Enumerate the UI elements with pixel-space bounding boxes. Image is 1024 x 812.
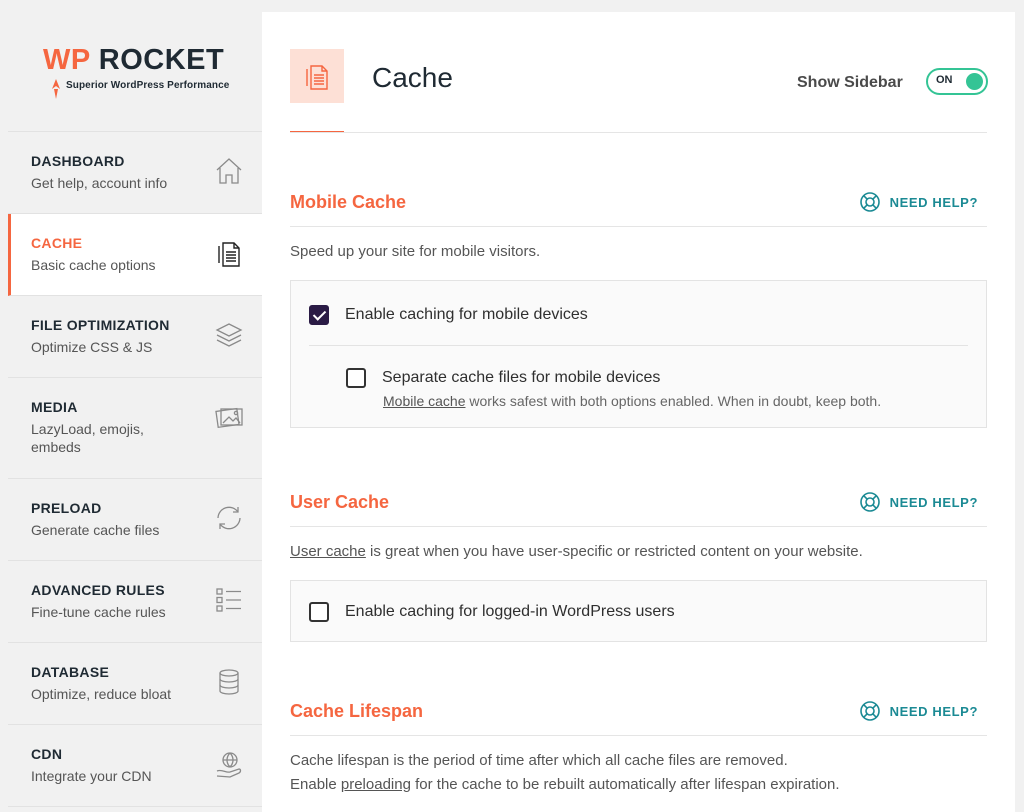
helper-text-rest: works safest with both options enabled. … (465, 393, 882, 409)
sidebar-item-desc: Optimize, reduce bloat (31, 686, 172, 702)
section-header: User Cache NEED HELP? (290, 490, 987, 527)
database-icon (214, 667, 244, 697)
sidebar-item-advanced-rules[interactable]: ADVANCED RULES Fine-tune cache rules (8, 561, 262, 643)
page-title: Cache (372, 62, 453, 93)
user-cache-link[interactable]: User cache (290, 543, 366, 560)
refresh-icon (214, 503, 244, 533)
layers-icon (214, 320, 244, 350)
description-line-2-post: for the cache to be rebuilt automaticall… (410, 776, 840, 793)
sidebar-item-cache[interactable]: CACHE Basic cache options (8, 214, 262, 296)
section-title: Mobile Cache (290, 192, 407, 212)
page-header: Cache Show Sidebar ON (262, 12, 1015, 133)
need-help-label: NEED HELP? (889, 194, 978, 210)
wp-rocket-logo[interactable]: WP ROCKET Superior WordPress Performance (8, 0, 262, 132)
show-sidebar-toggle[interactable]: ON (926, 68, 988, 95)
section-header: Cache Lifespan NEED HELP? (290, 699, 987, 736)
description-line-2-pre: Enable (290, 776, 341, 793)
main-panel: Cache Show Sidebar ON Mobile Cache NEED … (262, 12, 1015, 812)
section-description: User cache is great when you have user-s… (290, 540, 987, 564)
option-label: Enable caching for logged-in WordPress u… (345, 603, 675, 620)
home-icon (214, 156, 244, 186)
sidebar-item-desc: Integrate your CDN (31, 768, 152, 784)
toggle-state-text: ON (936, 74, 953, 86)
option-label: Separate cache files for mobile devices (382, 369, 661, 386)
preloading-link[interactable]: preloading (341, 776, 411, 793)
sidebar-item-desc: Basic cache options (31, 257, 156, 273)
image-icon (214, 402, 244, 432)
sidebar-item-preload[interactable]: PRELOAD Generate cache files (8, 479, 262, 561)
sidebar-item-desc: Optimize CSS & JS (31, 339, 153, 355)
sidebar: WP ROCKET Superior WordPress Performance… (8, 0, 262, 812)
description-line-1: Cache lifespan is the period of time aft… (290, 752, 788, 769)
sidebar-item-desc: Generate cache files (31, 522, 160, 538)
lifebuoy-icon (859, 192, 880, 212)
need-help-link[interactable]: NEED HELP? (859, 491, 978, 513)
need-help-link[interactable]: NEED HELP? (859, 191, 978, 213)
show-sidebar-label: Show Sidebar (797, 74, 903, 91)
mobile-cache-section: Mobile Cache NEED HELP? Speed up your si… (290, 190, 987, 428)
globe-hand-icon (214, 749, 244, 779)
toggle-knob (966, 73, 983, 90)
sidebar-item-cdn[interactable]: CDN Integrate your CDN (8, 725, 262, 807)
mobile-options-box: Enable caching for mobile devices Separa… (290, 280, 987, 428)
section-title: User Cache (290, 492, 390, 512)
logo-rocket-text: ROCKET (98, 44, 225, 76)
user-cache-section: User Cache NEED HELP? User cache is grea… (290, 490, 987, 642)
separate-mobile-cache-checkbox[interactable] (346, 368, 366, 388)
lifebuoy-icon (859, 492, 880, 512)
sidebar-item-dashboard[interactable]: DASHBOARD Get help, account info (8, 132, 262, 214)
document-icon (214, 238, 244, 268)
option-label: Enable caching for mobile devices (345, 306, 588, 323)
header-divider (290, 132, 987, 133)
sidebar-item-database[interactable]: DATABASE Optimize, reduce bloat (8, 643, 262, 725)
mobile-cache-link[interactable]: Mobile cache (383, 393, 466, 409)
enable-logged-in-cache-option[interactable]: Enable caching for logged-in WordPress u… (309, 598, 968, 626)
description-rest: is great when you have user-specific or … (365, 543, 863, 560)
sidebar-item-media[interactable]: MEDIA LazyLoad, emojis, embeds (8, 378, 262, 479)
need-help-link[interactable]: NEED HELP? (859, 700, 978, 722)
need-help-label: NEED HELP? (889, 703, 978, 719)
option-divider (309, 345, 968, 346)
section-header: Mobile Cache NEED HELP? (290, 190, 987, 227)
logo-wp: WP (43, 44, 91, 76)
separate-mobile-cache-option[interactable]: Separate cache files for mobile devices (309, 364, 968, 392)
option-helper-text: Mobile cache works safest with both opti… (309, 393, 968, 409)
sidebar-item-desc: Get help, account info (31, 175, 168, 191)
lifebuoy-icon (859, 701, 880, 721)
section-description: Speed up your site for mobile visitors. (290, 243, 541, 260)
enable-logged-in-cache-checkbox[interactable] (309, 602, 329, 622)
logo-tagline: Superior WordPress Performance (66, 80, 230, 91)
cache-lifespan-section: Cache Lifespan NEED HELP? Cache lifespan… (290, 699, 987, 797)
enable-mobile-cache-checkbox[interactable] (309, 305, 329, 325)
section-title: Cache Lifespan (290, 701, 424, 721)
section-description: Cache lifespan is the period of time aft… (290, 749, 987, 797)
need-help-label: NEED HELP? (889, 494, 978, 510)
list-icon (214, 585, 244, 615)
sidebar-item-desc: Fine-tune cache rules (31, 604, 166, 620)
enable-mobile-cache-option[interactable]: Enable caching for mobile devices (309, 301, 968, 329)
sidebar-item-desc: LazyLoad, emojis, embeds (31, 421, 144, 455)
document-icon (290, 49, 344, 103)
logo-wordmark: WP ROCKET (43, 44, 224, 76)
user-options-box: Enable caching for logged-in WordPress u… (290, 580, 987, 642)
sidebar-item-file-optimization[interactable]: FILE OPTIMIZATION Optimize CSS & JS (8, 296, 262, 378)
